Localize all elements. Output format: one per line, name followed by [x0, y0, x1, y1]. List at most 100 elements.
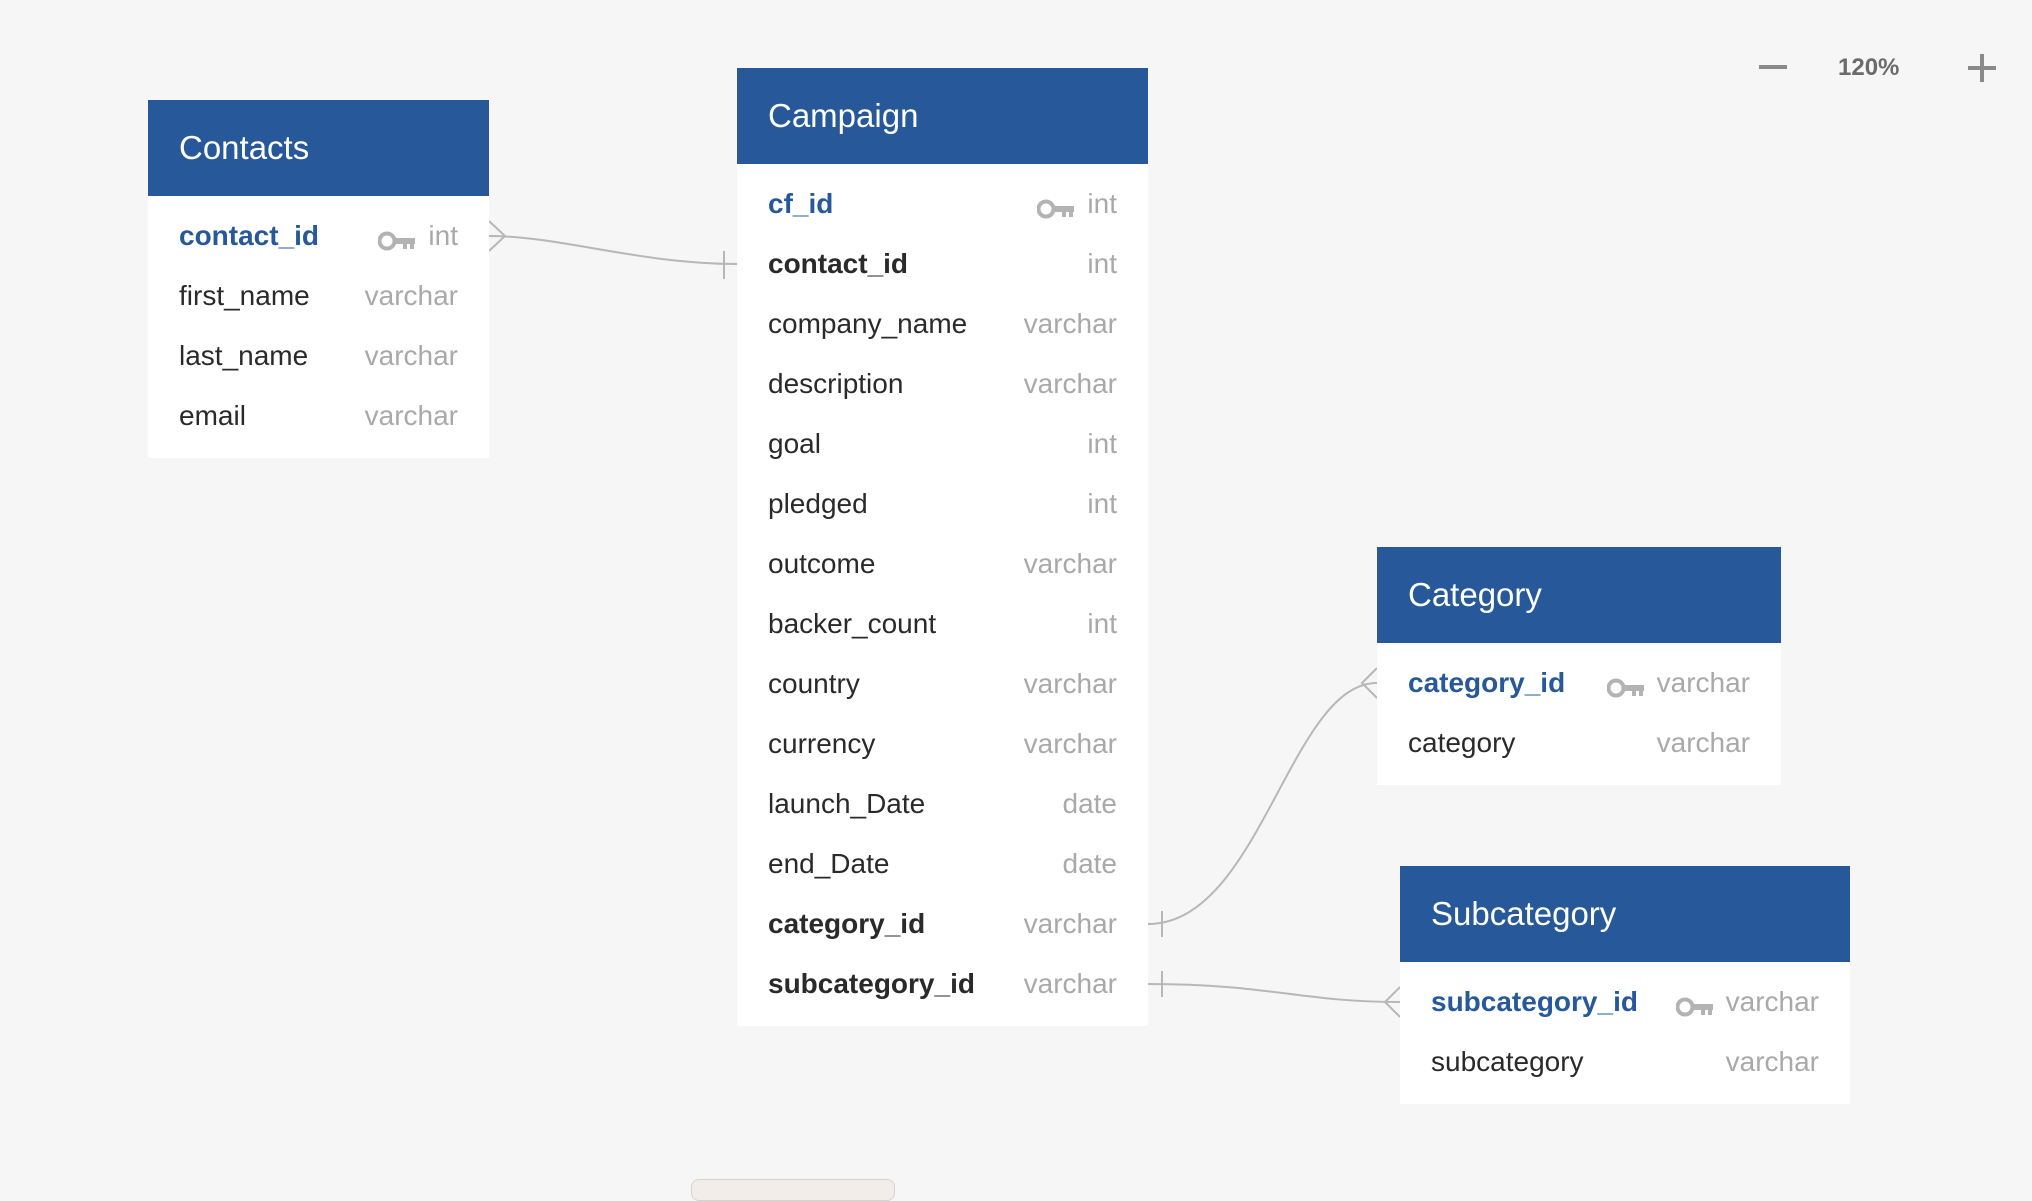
field-type-group: varchar [1024, 308, 1117, 340]
field-type-group: int [1036, 188, 1117, 220]
field-type: varchar [1023, 668, 1117, 699]
table-title: Subcategory [1431, 895, 1617, 932]
field-type: varchar [1023, 908, 1117, 939]
field-row-country[interactable]: country varchar [737, 654, 1148, 714]
field-type-group: varchar [1024, 908, 1117, 940]
field-list: cf_id int contact_id int company_name varchar… [737, 164, 1148, 1026]
field-type: int [428, 220, 458, 251]
relationship-contacts-campaign [488, 235, 738, 265]
field-name: contact_id [768, 248, 909, 279]
field-name: last_name [179, 340, 309, 371]
field-name: subcategory [1431, 1046, 1584, 1077]
field-type-group: varchar [1024, 968, 1117, 1000]
field-name: goal [768, 428, 821, 459]
table-category[interactable]: Category category_id varchar category varch… [1377, 547, 1781, 785]
field-row-subcategory-id[interactable]: subcategory_id varchar [1400, 972, 1850, 1032]
field-type: int [1087, 608, 1117, 639]
field-row-launch-Date[interactable]: launch_Date date [737, 774, 1148, 834]
field-type-group: int [377, 220, 458, 252]
field-row-pledged[interactable]: pledged int [737, 474, 1148, 534]
field-type: varchar [1023, 728, 1117, 759]
field-list: category_id varchar category varchar [1377, 643, 1781, 785]
field-name: end_Date [768, 848, 890, 879]
bottom-panel-tab[interactable] [691, 1179, 895, 1201]
field-type-group: date [1063, 848, 1118, 880]
field-row-currency[interactable]: currency varchar [737, 714, 1148, 774]
field-type-group: varchar [365, 280, 458, 312]
primary-key-icon [1675, 992, 1714, 1017]
field-type-group: varchar [1726, 1046, 1819, 1078]
table-title: Category [1408, 576, 1542, 613]
field-type: varchar [364, 400, 458, 431]
field-list: contact_id int first_name varchar last_name v… [148, 196, 489, 458]
field-type-group: varchar [1606, 667, 1750, 699]
field-type: int [1087, 488, 1117, 519]
field-name: currency [768, 728, 876, 759]
table-contacts[interactable]: Contacts contact_id int first_name varchar l… [148, 100, 489, 458]
field-type-group: varchar [1024, 728, 1117, 760]
field-type: varchar [364, 340, 458, 371]
field-type-group: varchar [1675, 986, 1819, 1018]
field-type-group: date [1063, 788, 1118, 820]
field-type-group: varchar [1657, 727, 1750, 759]
field-name: country [768, 668, 860, 699]
field-name: subcategory_id [768, 968, 975, 999]
field-type: int [1087, 188, 1117, 219]
table-campaign[interactable]: Campaign cf_id int contact_id int company_na… [737, 68, 1148, 1026]
table-header[interactable]: Campaign [737, 68, 1148, 164]
field-row-email[interactable]: email varchar [148, 386, 489, 446]
zoom-in-button[interactable] [1966, 52, 1998, 84]
primary-key-icon [377, 226, 416, 251]
field-type: varchar [1023, 308, 1117, 339]
field-row-category[interactable]: category varchar [1377, 713, 1781, 773]
table-header[interactable]: Subcategory [1400, 866, 1850, 962]
field-type: varchar [1725, 1046, 1819, 1077]
field-row-cf-id[interactable]: cf_id int [737, 174, 1148, 234]
field-row-outcome[interactable]: outcome varchar [737, 534, 1148, 594]
field-name: contact_id [179, 220, 320, 251]
field-row-end-Date[interactable]: end_Date date [737, 834, 1148, 894]
field-row-last-name[interactable]: last_name varchar [148, 326, 489, 386]
field-row-category-id[interactable]: category_id varchar [737, 894, 1148, 954]
field-type: int [1087, 428, 1117, 459]
field-name: category [1408, 727, 1516, 758]
field-name: backer_count [768, 608, 937, 639]
field-type-group: int [1087, 608, 1117, 640]
field-type: varchar [1023, 968, 1117, 999]
primary-key-icon [1036, 194, 1075, 219]
field-name: subcategory_id [1431, 986, 1638, 1017]
primary-key-icon [1606, 673, 1645, 698]
field-row-company-name[interactable]: company_name varchar [737, 294, 1148, 354]
field-type: date [1062, 848, 1118, 879]
field-row-contact-id[interactable]: contact_id int [148, 206, 489, 266]
field-row-backer-count[interactable]: backer_count int [737, 594, 1148, 654]
field-type: varchar [1023, 548, 1117, 579]
field-row-category-id[interactable]: category_id varchar [1377, 653, 1781, 713]
field-type: varchar [1023, 368, 1117, 399]
field-row-subcategory[interactable]: subcategory varchar [1400, 1032, 1850, 1092]
field-name: pledged [768, 488, 868, 519]
field-type: varchar [1656, 667, 1750, 698]
table-header[interactable]: Contacts [148, 100, 489, 196]
field-name: description [768, 368, 904, 399]
table-subcategory[interactable]: Subcategory subcategory_id varchar subcate… [1400, 866, 1850, 1104]
table-title: Contacts [179, 129, 310, 166]
field-type-group: varchar [1024, 548, 1117, 580]
field-row-subcategory-id[interactable]: subcategory_id varchar [737, 954, 1148, 1014]
field-type: varchar [1656, 727, 1750, 758]
field-name: launch_Date [768, 788, 926, 819]
field-type: varchar [1725, 986, 1819, 1017]
field-row-contact-id[interactable]: contact_id int [737, 234, 1148, 294]
field-name: company_name [768, 308, 968, 339]
field-name: email [179, 400, 246, 431]
field-name: category_id [768, 908, 926, 939]
field-row-goal[interactable]: goal int [737, 414, 1148, 474]
zoom-out-button[interactable] [1757, 57, 1789, 77]
table-header[interactable]: Category [1377, 547, 1781, 643]
field-type-group: int [1087, 488, 1117, 520]
field-row-description[interactable]: description varchar [737, 354, 1148, 414]
field-row-first-name[interactable]: first_name varchar [148, 266, 489, 326]
field-type: int [1087, 248, 1117, 279]
field-type: date [1062, 788, 1118, 819]
field-type-group: varchar [1024, 668, 1117, 700]
